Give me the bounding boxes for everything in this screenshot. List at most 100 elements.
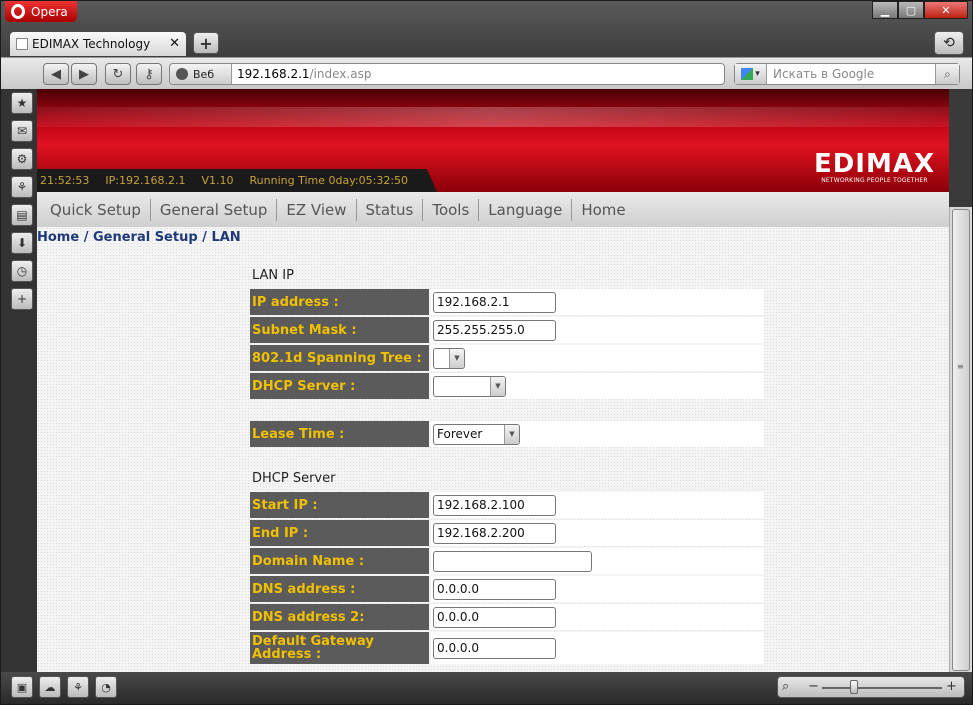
browser-tab[interactable]: EDIMAX Technology ✕ (10, 32, 186, 56)
status-version: V1.10 (201, 174, 234, 187)
forward-button[interactable]: ▶ (71, 63, 97, 85)
start-ip-input[interactable]: 192.168.2.100 (433, 494, 556, 516)
dns-address-input[interactable]: 0.0.0.0 (433, 578, 556, 600)
address-mode-label: Веб (193, 67, 215, 81)
spanning-tree-label: 802.1d Spanning Tree : (250, 345, 429, 371)
menu-language[interactable]: Language (479, 198, 573, 221)
grip-icon: ≡ (957, 362, 964, 371)
lease-time-label: Lease Time : (250, 421, 429, 447)
opera-menu-button[interactable]: Opera (5, 1, 77, 22)
globe-icon (176, 68, 188, 80)
history-clock-icon[interactable]: ◷ (11, 260, 33, 282)
dns-address-2-input[interactable]: 0.0.0.0 (433, 606, 556, 628)
wand-key-button[interactable]: ⚷ (136, 63, 162, 85)
ip-address-label: IP address : (250, 289, 429, 315)
default-gateway-row: Default Gateway Address : 0.0.0.0 (250, 632, 764, 664)
dhcp-server-row: DHCP Server : ▼ (250, 373, 764, 399)
mail-icon[interactable]: ✉ (11, 120, 33, 142)
back-button[interactable]: ◀ (43, 63, 69, 85)
router-main-menu: Quick Setup General Setup EZ View Status… (37, 192, 949, 227)
magnifier-icon[interactable]: ⌕ (782, 679, 789, 694)
search-engine-selector[interactable]: ▾ (735, 64, 767, 84)
end-ip-row: End IP : 192.168.2.200 (250, 520, 764, 546)
dhcp-server-section-title: DHCP Server (252, 471, 336, 486)
router-header-banner: 21:52:53 IP:192.168.2.1 V1.10 Running Ti… (37, 89, 949, 192)
ip-address-row: IP address : 192.168.2.1 (250, 289, 764, 315)
chevron-down-icon: ▼ (449, 348, 464, 368)
side-panel: ★ ✉ ⚙ ⚘ ▤ ⬇ ◷ + (1, 89, 37, 672)
new-tab-button[interactable]: + (193, 32, 219, 54)
menu-status[interactable]: Status (357, 198, 424, 221)
ip-address-input[interactable]: 192.168.2.1 (433, 291, 556, 313)
tab-title: EDIMAX Technology (32, 37, 151, 51)
address-mode-button[interactable]: Веб (170, 64, 232, 84)
domain-name-row: Domain Name : (250, 548, 764, 574)
address-path: /index.asp (309, 67, 372, 81)
scrollbar-gutter (949, 89, 972, 207)
downloads-icon[interactable]: ⬇ (11, 232, 33, 254)
closed-tabs-button[interactable]: ⟲ (934, 31, 964, 55)
lan-settings-content: Home / General Setup / LAN LAN IP IP add… (37, 227, 949, 672)
maximize-button[interactable]: ▢ (898, 1, 924, 19)
menu-general-setup[interactable]: General Setup (151, 198, 278, 221)
spanning-tree-select[interactable]: ▼ (433, 347, 465, 369)
menu-home[interactable]: Home (572, 199, 634, 221)
scrollbar-thumb[interactable]: ≡ (952, 209, 970, 671)
dns-address-row: DNS address : 0.0.0.0 (250, 576, 764, 602)
window-controls: ▁ ▢ ✕ (872, 1, 968, 19)
address-bar[interactable]: Веб 192.168.2.1 /index.asp (169, 63, 725, 85)
zoom-slider-track[interactable] (822, 687, 942, 689)
dhcp-server-label: DHCP Server : (250, 373, 429, 399)
search-icon[interactable]: ⌕ (935, 64, 959, 84)
status-ip: IP:192.168.2.1 (105, 174, 186, 187)
panel-toggle-icon[interactable]: ▣ (11, 676, 33, 698)
search-field[interactable]: ▾ Искать в Google ⌕ (734, 63, 960, 85)
end-ip-label: End IP : (250, 520, 429, 546)
zoom-slider-handle[interactable] (850, 680, 858, 694)
turbo-cloud-icon[interactable]: ☁ (39, 676, 61, 698)
app-name: Opera (31, 4, 68, 19)
gear-icon[interactable]: ⚙ (11, 148, 33, 170)
vertical-scrollbar[interactable]: ≡ (949, 207, 972, 672)
subnet-mask-row: Subnet Mask : 255.255.255.0 (250, 317, 764, 343)
zoom-out-icon[interactable]: − (808, 679, 819, 694)
dhcp-server-select[interactable]: ▼ (433, 375, 506, 397)
google-icon (741, 68, 754, 80)
domain-name-input[interactable] (433, 550, 592, 572)
reload-button[interactable]: ↻ (105, 63, 131, 85)
add-panel-icon[interactable]: + (11, 288, 33, 310)
chevron-down-icon: ▼ (504, 424, 519, 444)
minimize-button[interactable]: ▁ (872, 1, 898, 19)
end-ip-input[interactable]: 192.168.2.200 (433, 522, 556, 544)
start-ip-row: Start IP : 192.168.2.100 (250, 492, 764, 518)
dns-address-label: DNS address : (250, 576, 429, 602)
tab-close-icon[interactable]: ✕ (169, 36, 180, 51)
zoom-in-icon[interactable]: + (946, 679, 957, 694)
menu-quick-setup[interactable]: Quick Setup (41, 198, 151, 221)
close-window-button[interactable]: ✕ (924, 1, 968, 19)
page-favicon-icon (16, 38, 28, 50)
lease-time-select[interactable]: Forever ▼ (433, 423, 520, 445)
bookmarks-star-icon[interactable]: ★ (11, 92, 33, 114)
default-gateway-label: Default Gateway Address : (250, 632, 429, 664)
breadcrumb: Home / General Setup / LAN (37, 230, 241, 245)
edimax-logo: EDIMAX NETWORKING PEOPLE TOGETHER (813, 149, 935, 184)
chevron-down-icon: ▼ (490, 376, 505, 396)
router-status-bar: 21:52:53 IP:192.168.2.1 V1.10 Running Ti… (37, 169, 437, 192)
unite-share-icon[interactable]: ⚘ (11, 176, 33, 198)
default-gateway-input[interactable]: 0.0.0.0 (433, 637, 556, 659)
dns-address-2-row: DNS address 2: 0.0.0.0 (250, 604, 764, 630)
zoom-control[interactable]: ⌕ − + (777, 676, 965, 698)
subnet-mask-input[interactable]: 255.255.255.0 (433, 319, 556, 341)
browser-status-bar: ▣ ☁ ⚘ ◔ ⌕ − + (1, 672, 972, 704)
menu-ez-view[interactable]: EZ View (277, 198, 357, 221)
unite-icon[interactable]: ⚘ (67, 676, 89, 698)
status-time: 21:52:53 (40, 174, 90, 187)
search-placeholder: Искать в Google (773, 67, 875, 81)
notes-icon[interactable]: ▤ (11, 204, 33, 226)
lease-time-row: Lease Time : Forever ▼ (250, 421, 764, 447)
menu-tools[interactable]: Tools (423, 198, 480, 221)
speed-dial-icon[interactable]: ◔ (95, 676, 117, 698)
opera-logo-icon (11, 4, 25, 19)
subnet-mask-label: Subnet Mask : (250, 317, 429, 343)
